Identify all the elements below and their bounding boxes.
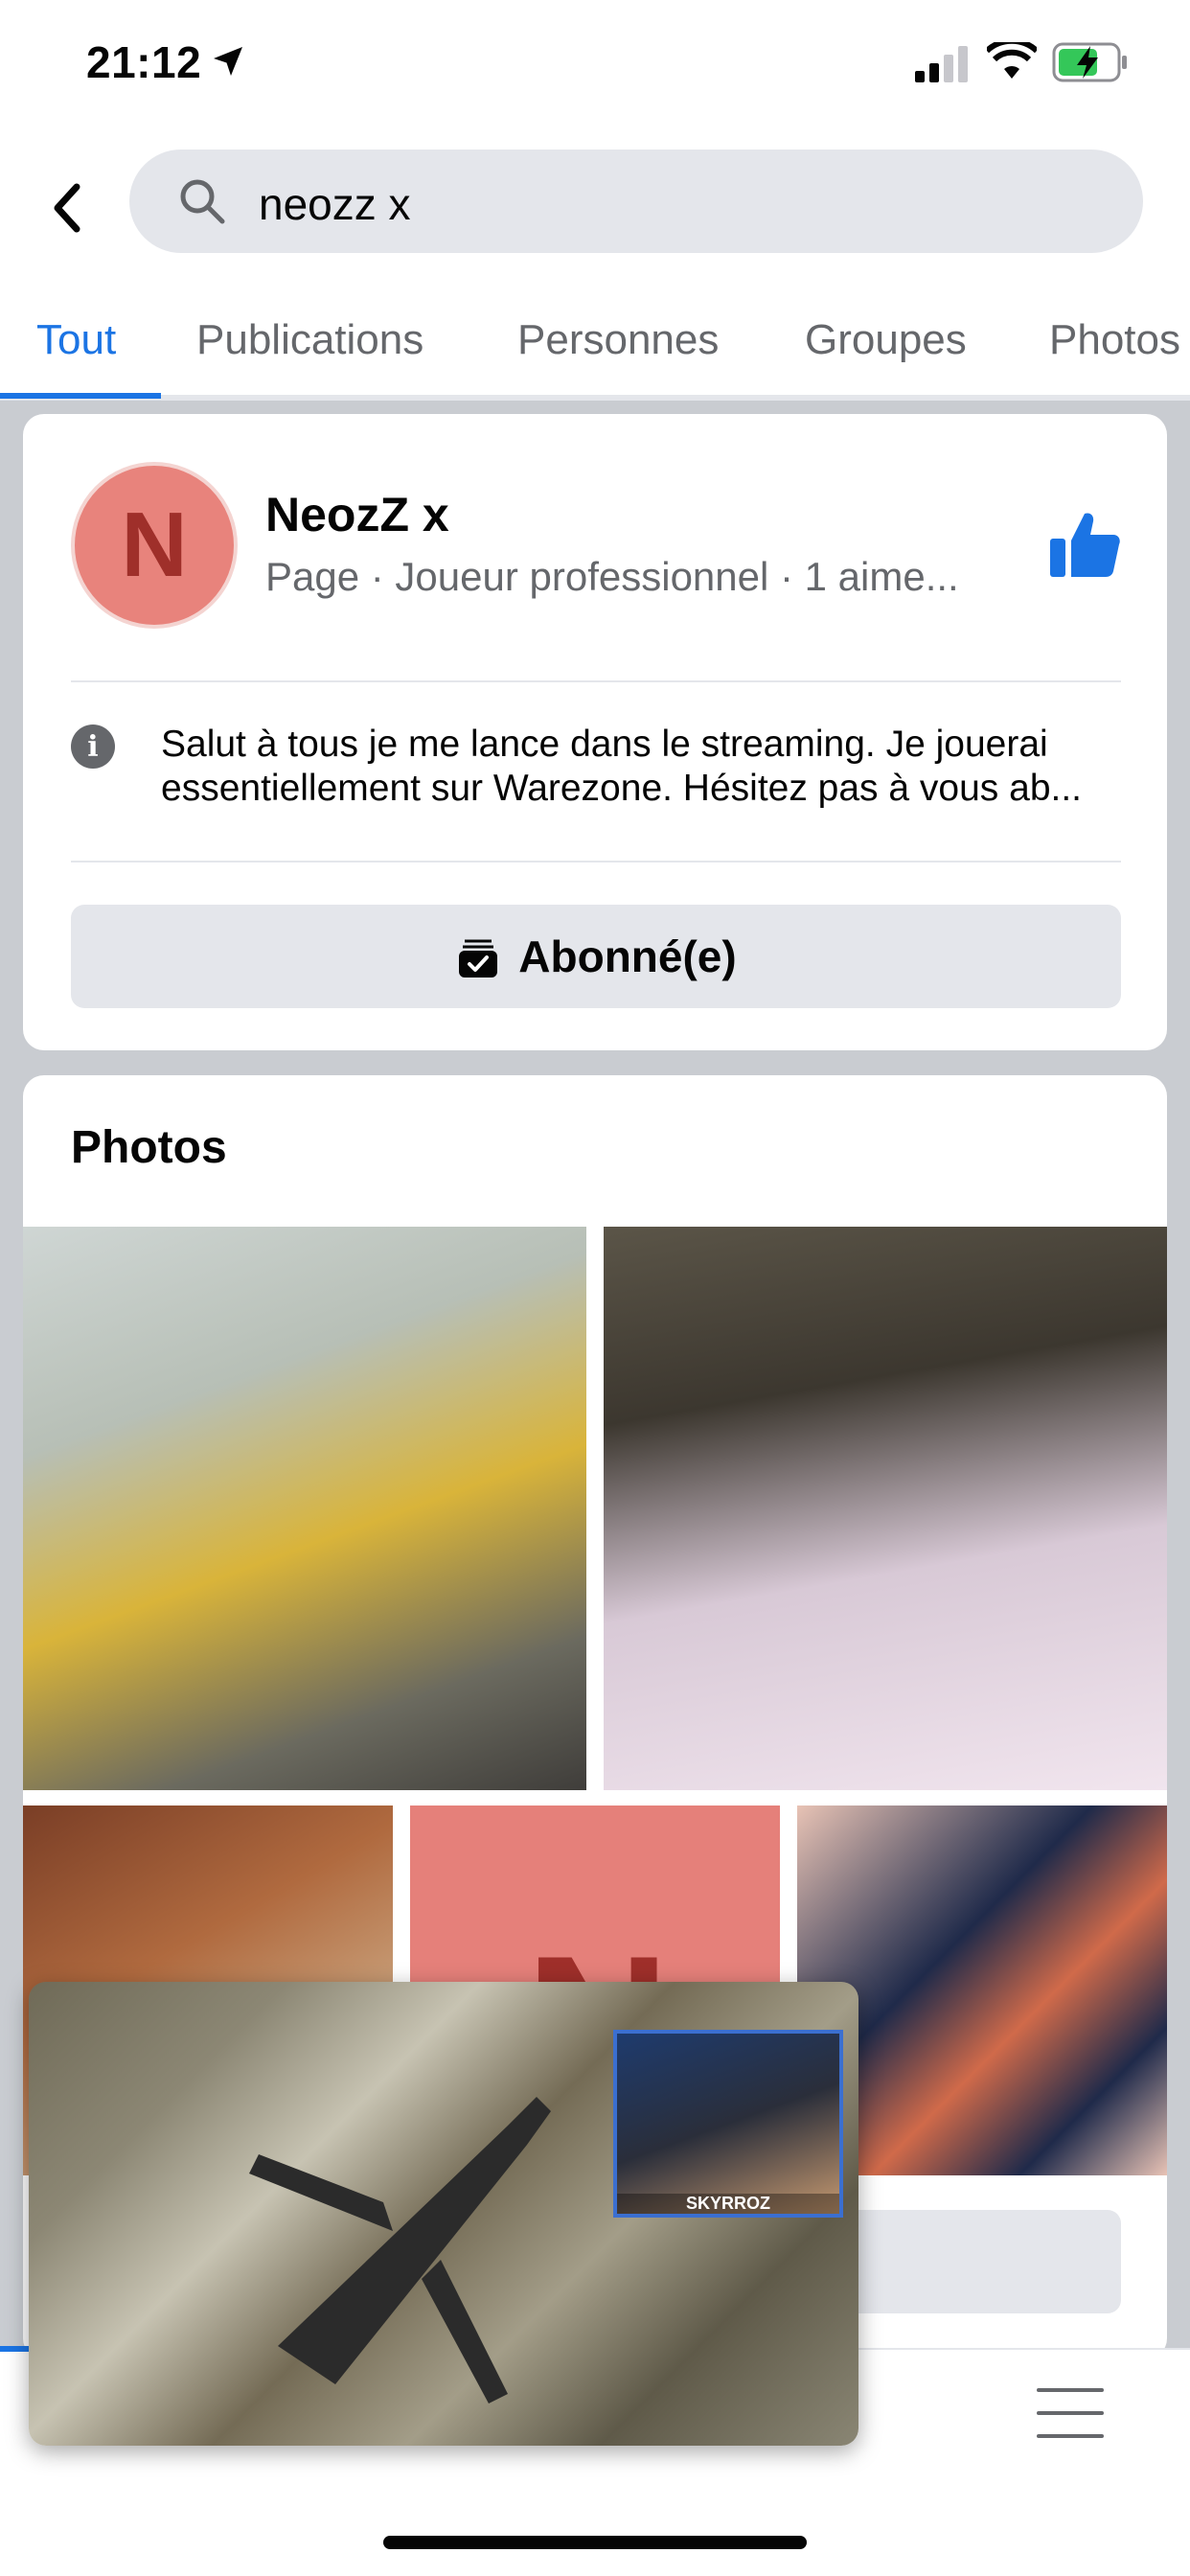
battery-charging-icon	[1052, 42, 1127, 82]
tab-personnes[interactable]: Personnes	[517, 316, 719, 364]
search-header: neozz x	[0, 134, 1190, 288]
page-name[interactable]: NeozZ x	[265, 487, 449, 542]
menu-icon[interactable]	[1037, 2386, 1104, 2440]
page-result-card[interactable]: N NeozZ x Page · Joueur professionnel · …	[23, 414, 1167, 1050]
wifi-icon	[987, 42, 1037, 79]
picture-in-picture-video[interactable]: SKYRROZ	[29, 1982, 858, 2446]
streamer-webcam: SKYRROZ	[613, 2030, 843, 2218]
page-meta: Page · Joueur professionnel · 1 aime...	[265, 554, 959, 599]
status-time: 21:12	[86, 37, 202, 87]
tab-groupes[interactable]: Groupes	[805, 316, 967, 364]
status-bar: 21:12	[0, 0, 1190, 134]
photo-thumbnail[interactable]	[604, 1227, 1167, 1790]
description-line: Salut à tous je me lance dans le streami…	[161, 724, 1048, 765]
page-description: Salut à tous je me lance dans le streami…	[161, 723, 1129, 811]
chevron-left-icon	[54, 183, 80, 233]
tab-tout[interactable]: Tout	[36, 316, 116, 364]
home-indicator[interactable]	[383, 2536, 807, 2549]
search-input[interactable]: neozz x	[129, 150, 1143, 253]
tab-publications[interactable]: Publications	[196, 316, 423, 364]
following-check-icon	[459, 939, 498, 978]
cellular-signal-icon	[915, 46, 968, 82]
divider	[71, 680, 1121, 682]
search-tabs: Tout Publications Personnes Groupes Phot…	[0, 288, 1190, 401]
airplane-icon	[249, 2097, 551, 2404]
avatar[interactable]: N	[71, 462, 238, 629]
location-arrow-icon	[214, 47, 242, 76]
active-tab-indicator	[0, 393, 161, 399]
photo-thumbnail[interactable]	[23, 1227, 586, 1790]
divider	[71, 861, 1121, 862]
follow-button-label: Abonné(e)	[518, 932, 737, 981]
description-line: essentiellement sur Warezone. Hésitez pa…	[161, 768, 1083, 809]
thumbs-up-icon[interactable]	[1046, 506, 1123, 583]
info-icon: i	[71, 724, 115, 769]
active-nav-indicator	[0, 2346, 29, 2352]
streamer-label: SKYRROZ	[617, 2194, 839, 2214]
back-button[interactable]	[42, 174, 92, 242]
photos-section-title: Photos	[71, 1122, 227, 1173]
search-icon	[180, 179, 225, 224]
follow-button[interactable]: Abonné(e)	[71, 905, 1121, 1008]
tab-photos[interactable]: Photos	[1049, 316, 1180, 364]
search-query: neozz x	[259, 179, 411, 229]
